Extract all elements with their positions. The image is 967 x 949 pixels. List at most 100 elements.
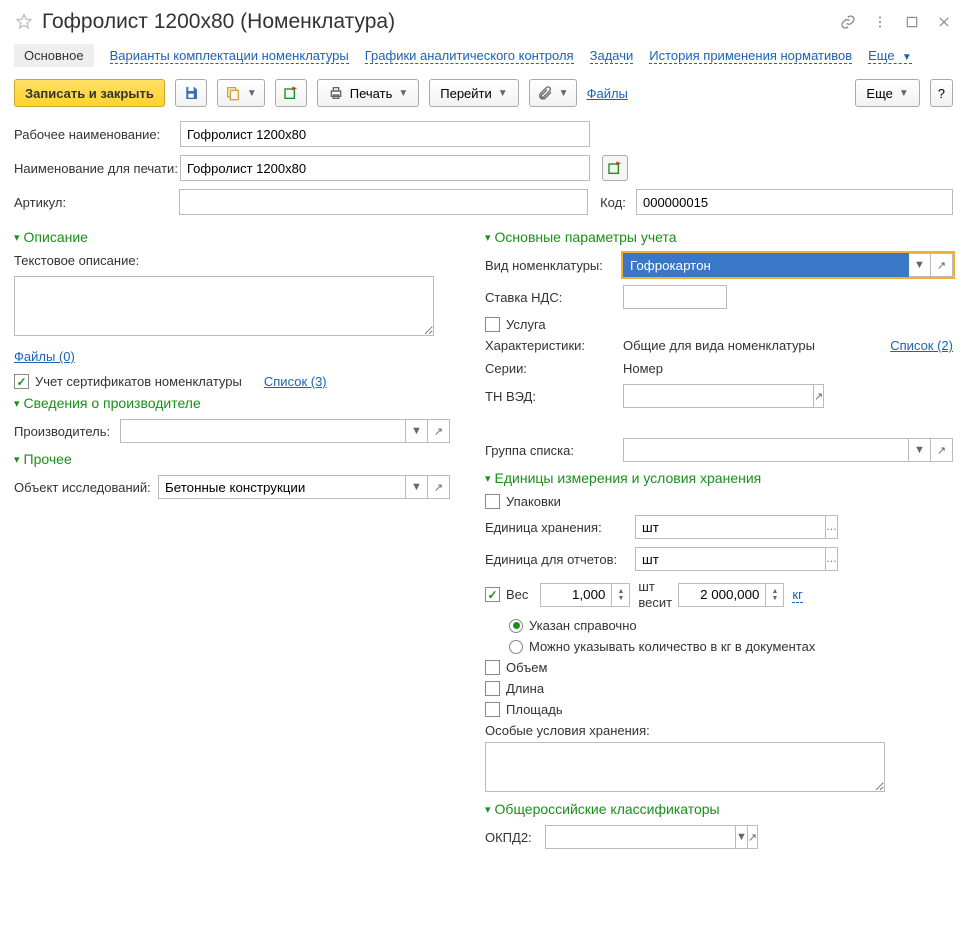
weight-radio-docs-label: Можно указывать количество в кг в докуме… [529, 639, 815, 654]
research-obj-label: Объект исследований: [14, 480, 158, 495]
vat-label: Ставка НДС: [485, 290, 623, 305]
packages-checkbox[interactable] [485, 494, 500, 509]
text-desc-input[interactable] [14, 276, 434, 336]
research-obj-open-button[interactable]: ↗ [428, 475, 450, 499]
tnved-input[interactable] [623, 384, 814, 408]
favorite-star-icon[interactable] [14, 12, 34, 32]
weight-check-label: Вес [506, 587, 528, 602]
close-icon[interactable] [935, 13, 953, 31]
series-value: Номер [623, 361, 663, 376]
okpd-open-button[interactable]: ↗ [748, 825, 758, 849]
kind-label: Вид номенклатуры: [485, 258, 623, 273]
print-name-label: Наименование для печати: [14, 161, 180, 176]
kebab-icon[interactable] [871, 13, 889, 31]
description-section-head[interactable]: ▾Описание [14, 229, 455, 245]
series-label: Серии: [485, 361, 623, 376]
char-list-link[interactable]: Список (2) [890, 338, 953, 353]
weight-radio-ref[interactable] [509, 619, 523, 633]
area-checkbox[interactable] [485, 702, 500, 717]
classifiers-section-head[interactable]: ▾Общероссийские классификаторы [485, 801, 953, 817]
tab-graphs[interactable]: Графики аналитического контроля [365, 48, 574, 64]
code-label: Код: [600, 195, 636, 210]
store-unit-more-button[interactable]: … [826, 515, 838, 539]
tab-tasks[interactable]: Задачи [590, 48, 634, 64]
packages-label: Упаковки [506, 494, 561, 509]
group-list-label: Группа списка: [485, 443, 623, 458]
params-section-head[interactable]: ▾Основные параметры учета [485, 229, 953, 245]
units-section-head[interactable]: ▾Единицы измерения и условия хранения [485, 470, 953, 486]
weight-radio-ref-label: Указан справочно [529, 618, 637, 633]
service-checkbox[interactable] [485, 317, 500, 332]
tab-main[interactable]: Основное [14, 44, 94, 67]
research-obj-input[interactable] [158, 475, 406, 499]
store-unit-label: Единица хранения: [485, 520, 635, 535]
special-storage-input[interactable] [485, 742, 885, 792]
goto-button[interactable]: Перейти▼ [429, 79, 518, 107]
manufacturer-dropdown-button[interactable]: ▼ [406, 419, 428, 443]
link-icon[interactable] [839, 13, 857, 31]
okpd-input[interactable] [545, 825, 736, 849]
weight-mid-label: шт весит [638, 579, 678, 610]
vat-input[interactable] [623, 285, 727, 309]
research-obj-dropdown-button[interactable]: ▼ [406, 475, 428, 499]
tab-more[interactable]: Еще ▼ [868, 48, 912, 64]
print-button[interactable]: Печать▼ [317, 79, 420, 107]
cert-label: Учет сертификатов номенклатуры [35, 374, 242, 389]
help-button[interactable]: ? [930, 79, 953, 107]
other-section-head[interactable]: ▾Прочее [14, 451, 455, 467]
volume-label: Объем [506, 660, 547, 675]
maximize-icon[interactable] [903, 13, 921, 31]
weight-val-input[interactable] [678, 583, 766, 607]
length-label: Длина [506, 681, 544, 696]
more-button[interactable]: Еще▼ [855, 79, 919, 107]
weight-radio-docs[interactable] [509, 640, 523, 654]
save-close-button[interactable]: Записать и закрыть [14, 79, 165, 107]
print-name-action-button[interactable] [602, 155, 628, 181]
store-unit-input[interactable] [635, 515, 826, 539]
article-label: Артикул: [14, 195, 179, 210]
cert-checkbox[interactable] [14, 374, 29, 389]
report-unit-input[interactable] [635, 547, 826, 571]
volume-checkbox[interactable] [485, 660, 500, 675]
print-name-input[interactable] [180, 155, 590, 181]
kind-open-button[interactable]: ↗ [931, 253, 953, 277]
code-input[interactable] [636, 189, 953, 215]
work-name-label: Рабочее наименование: [14, 127, 180, 142]
cert-list-link[interactable]: Список (3) [264, 374, 327, 389]
save-button[interactable] [175, 79, 207, 107]
transaction-button[interactable] [275, 79, 307, 107]
group-list-dropdown-button[interactable]: ▼ [909, 438, 931, 462]
tab-history[interactable]: История применения нормативов [649, 48, 852, 64]
char-value: Общие для вида номенклатуры [623, 338, 815, 353]
kind-dropdown-button[interactable]: ▼ [909, 253, 931, 277]
manufacturer-section-head[interactable]: ▾Сведения о производителе [14, 395, 455, 411]
article-input[interactable] [179, 189, 588, 215]
manufacturer-input[interactable] [120, 419, 406, 443]
group-list-input[interactable] [623, 438, 909, 462]
length-checkbox[interactable] [485, 681, 500, 696]
attach-button[interactable]: ▼ [529, 79, 577, 107]
weight-unit-link[interactable]: кг [792, 587, 802, 603]
tnved-label: ТН ВЭД: [485, 389, 623, 404]
special-storage-label: Особые условия хранения: [485, 723, 650, 738]
tnved-open-button[interactable]: ↗ [814, 384, 824, 408]
report-unit-label: Единица для отчетов: [485, 552, 635, 567]
okpd-dropdown-button[interactable]: ▼ [736, 825, 748, 849]
service-label: Услуга [506, 317, 546, 332]
kind-input[interactable] [623, 253, 909, 277]
report-unit-more-button[interactable]: … [826, 547, 838, 571]
weight-checkbox[interactable] [485, 587, 500, 602]
manufacturer-open-button[interactable]: ↗ [428, 419, 450, 443]
files-link[interactable]: Файлы [587, 86, 628, 101]
text-desc-label: Текстовое описание: [14, 253, 139, 268]
copy-dropdown-button[interactable]: ▼ [217, 79, 265, 107]
weight-qty-spin[interactable]: ▲▼ [612, 583, 630, 607]
weight-qty-input[interactable] [540, 583, 612, 607]
group-list-open-button[interactable]: ↗ [931, 438, 953, 462]
files-count-link[interactable]: Файлы (0) [14, 349, 75, 364]
area-label: Площадь [506, 702, 563, 717]
weight-val-spin[interactable]: ▲▼ [766, 583, 784, 607]
tab-variants[interactable]: Варианты комплектации номенклатуры [110, 48, 349, 64]
okpd-label: ОКПД2: [485, 830, 545, 845]
work-name-input[interactable] [180, 121, 590, 147]
